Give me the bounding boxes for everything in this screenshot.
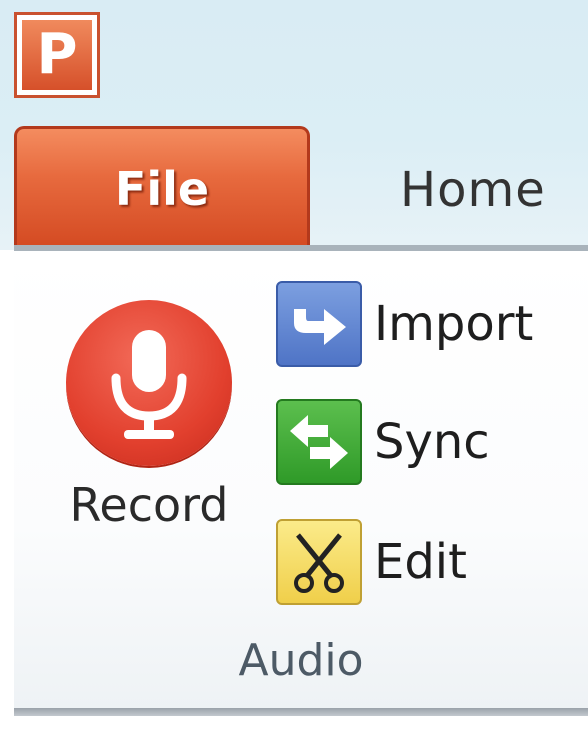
- tab-home-label: Home: [400, 162, 546, 218]
- tab-home[interactable]: Home: [400, 150, 546, 230]
- sync-label: Sync: [374, 414, 490, 470]
- sync-arrows-icon: [276, 399, 362, 485]
- group-label-text: Audio: [238, 635, 364, 686]
- import-label: Import: [374, 296, 534, 352]
- scissors-icon: [276, 519, 362, 605]
- edit-button[interactable]: Edit: [276, 516, 576, 608]
- sync-button[interactable]: Sync: [276, 396, 576, 488]
- ribbon-bottom-border: [14, 708, 588, 716]
- app-icon-letter: P: [22, 20, 92, 90]
- tab-file-label: File: [114, 161, 210, 216]
- powerpoint-icon[interactable]: P: [14, 12, 100, 98]
- record-button[interactable]: Record: [44, 290, 254, 550]
- microphone-icon: [66, 300, 232, 466]
- record-label: Record: [69, 478, 229, 532]
- edit-label: Edit: [374, 534, 467, 590]
- group-label-audio: Audio: [14, 635, 588, 686]
- arrow-import-icon: [276, 281, 362, 367]
- import-button[interactable]: Import: [276, 278, 576, 370]
- tab-file[interactable]: File: [14, 126, 310, 248]
